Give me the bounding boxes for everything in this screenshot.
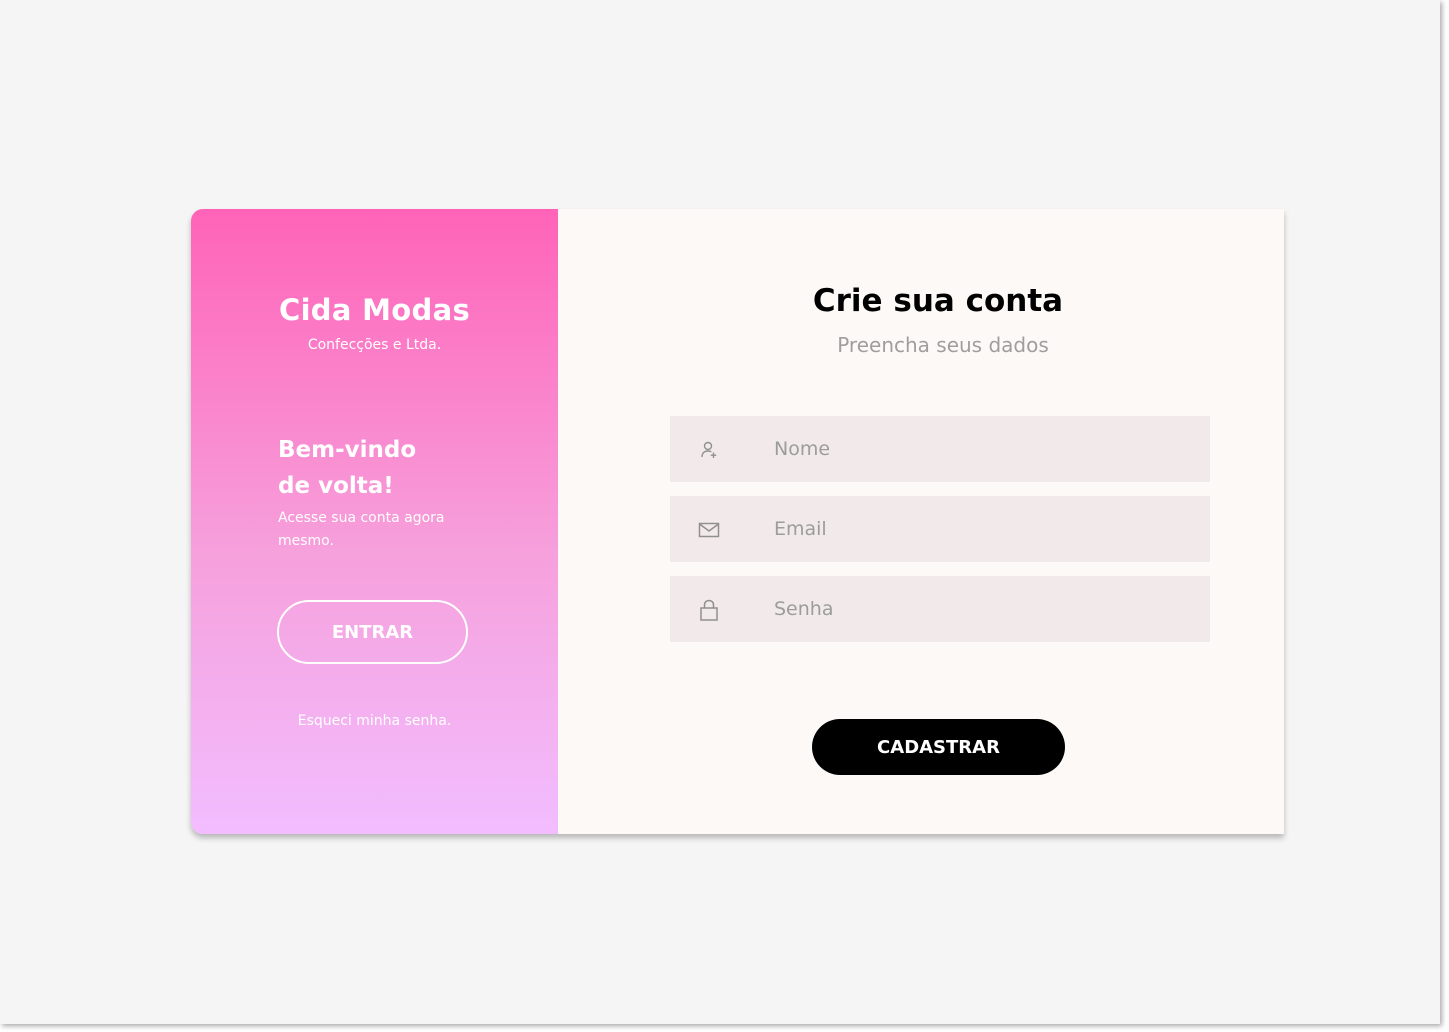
signup-button[interactable]: CADASTRAR [812,719,1065,775]
email-input[interactable] [774,496,1174,562]
welcome-panel: Cida Modas Confecções e Ltda. Bem-vindo … [191,209,558,834]
forgot-password-link[interactable]: Esqueci minha senha. [191,713,558,729]
email-field [670,496,1210,562]
welcome-title-line1: Bem-vindo [278,437,417,463]
page-background: Cida Modas Confecções e Ltda. Bem-vindo … [0,0,1440,1024]
user-add-icon [698,439,720,461]
name-field [670,416,1210,482]
login-button[interactable]: ENTRAR [277,600,468,664]
mail-icon [698,519,720,541]
brand-subtitle: Confecções e Ltda. [307,337,442,353]
signup-subtitle: Preencha seus dados [837,333,1049,357]
brand-name: Cida Modas [278,293,471,327]
password-field [670,576,1210,642]
welcome-title-line2: de volta! [278,473,394,499]
password-input[interactable] [774,576,1174,642]
signup-panel: Crie sua conta Preencha seus dados Nome … [558,209,1284,834]
auth-card: Cida Modas Confecções e Ltda. Bem-vindo … [191,209,1284,834]
welcome-title: Bem-vindo de volta! [278,432,478,504]
lock-icon [698,599,720,621]
welcome-text: Acesse sua conta agora mesmo. [278,510,445,549]
name-input[interactable] [774,416,1174,482]
signup-title: Crie sua conta [812,283,1064,319]
